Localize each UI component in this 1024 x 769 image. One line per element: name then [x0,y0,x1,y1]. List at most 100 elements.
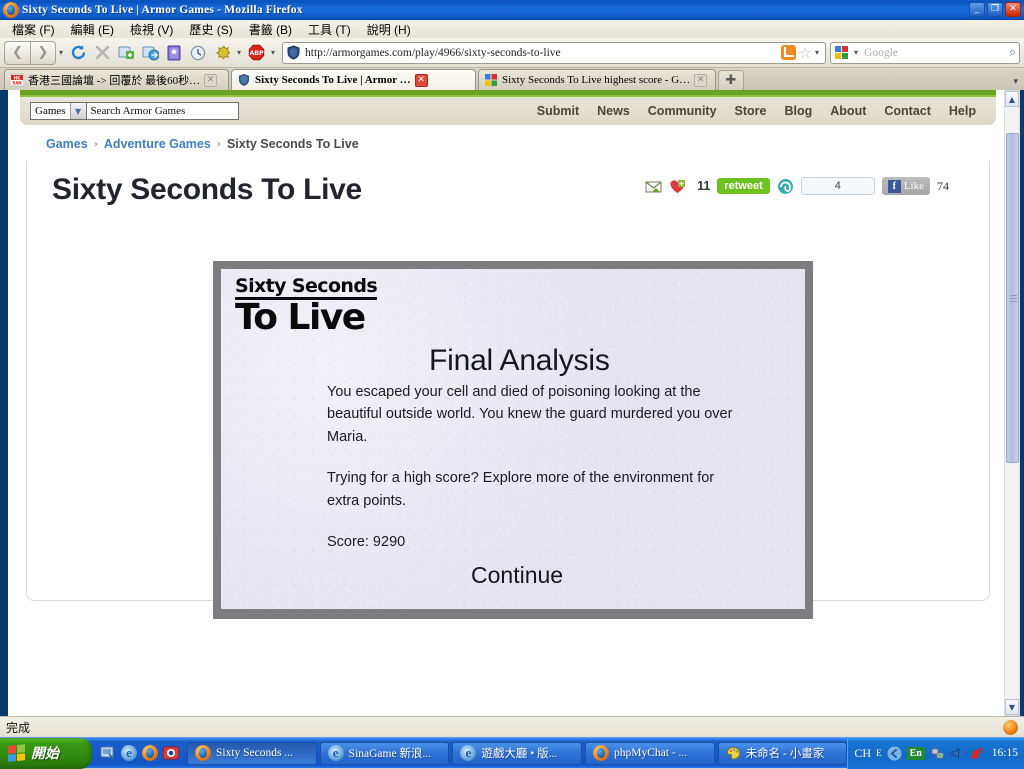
network-icon[interactable] [930,746,945,761]
nav-community[interactable]: Community [648,104,717,118]
window-controls: _ ❐ ✕ [969,2,1021,17]
minimize-button[interactable]: _ [969,2,985,17]
search-category-select[interactable]: Games ▼ [30,102,87,120]
back-button[interactable]: ❮ [4,40,30,65]
taskbar-item-game-lobby[interactable]: 遊戲大廳 • 版... [452,741,583,765]
taskbar-item-label: SinaGame 新浪... [348,748,432,760]
menu-help[interactable]: 說明 (H) [360,20,418,39]
svg-text:ABP: ABP [249,50,264,57]
start-button[interactable]: 開始 [0,737,92,769]
search-engine-caret-icon[interactable]: ▾ [854,48,858,57]
downthemall-icon[interactable] [114,41,138,65]
bookmark-star-icon[interactable]: ☆ [799,44,812,62]
taskbar-item-sinagame[interactable]: SinaGame 新浪... [319,741,450,765]
scrollbar-thumb[interactable] [1006,133,1019,463]
taskbar-item-paint[interactable]: 未命名 - 小畫家 [717,741,848,765]
addons-caret-icon[interactable]: ▾ [237,48,241,57]
dta-turbo-icon[interactable] [138,41,162,65]
close-button[interactable]: ✕ [1005,2,1021,17]
nav-store[interactable]: Store [735,104,767,118]
final-analysis-body: You escaped your cell and died of poison… [327,381,737,554]
search-category-value: Games [35,105,66,117]
tray-language-e[interactable]: E [876,748,882,758]
browser-tab-1[interactable]: HK SAN 香港三國論壇 -> 回覆於 最後60秒… ✕ [4,69,229,90]
nav-blog[interactable]: Blog [784,104,812,118]
tray-language-ch[interactable]: CH [854,746,871,761]
breadcrumb-adventure-games[interactable]: Adventure Games [104,137,211,151]
scroll-down-button[interactable]: ▼ [1005,699,1019,715]
facebook-like-button[interactable]: f Like [881,177,930,195]
retweet-button[interactable]: retweet [717,178,770,194]
site-search-input[interactable]: Search Armor Games [86,102,239,120]
maximize-button[interactable]: ❐ [987,2,1003,17]
breadcrumb-current: Sixty Seconds To Live [226,137,359,151]
site-identity-shield-icon [287,45,300,60]
camera-icon[interactable] [163,745,179,761]
taskbar-item-label: Sixty Seconds ... [216,747,293,759]
tray-input-language-badge[interactable]: En [906,746,925,760]
avira-antivirus-icon[interactable] [970,746,985,761]
reload-button[interactable] [66,41,90,65]
google-favicon-icon [485,74,497,86]
tab-2-close-icon[interactable]: ✕ [414,73,428,87]
vertical-scrollbar[interactable]: ▲ ▼ [1004,90,1020,716]
continue-button[interactable]: Continue [471,562,563,589]
url-dropdown-caret-icon[interactable]: ▾ [815,48,819,57]
tab-3-close-icon[interactable]: ✕ [694,73,708,87]
nav-contact[interactable]: Contact [884,104,931,118]
stumbleupon-count[interactable]: 4 [800,177,875,195]
menu-history[interactable]: 歷史 (S) [182,20,239,39]
stumbleupon-icon[interactable] [777,178,794,195]
tray-back-icon[interactable] [887,746,902,761]
menu-edit[interactable]: 編輯 (E) [64,20,121,39]
stop-button[interactable] [90,41,114,65]
search-bar[interactable]: ▾ Google ⌕ [830,41,1020,64]
menu-file[interactable]: 檔案 (F) [5,20,62,39]
paint-icon [726,746,740,759]
adblock-caret-icon[interactable]: ▾ [271,48,275,57]
nav-news[interactable]: News [597,104,630,118]
breadcrumb-games[interactable]: Games [46,137,88,151]
hksan-favicon-icon: HKSAN [10,73,24,87]
search-magnifier-icon[interactable]: ⌕ [1007,44,1017,60]
menu-tools[interactable]: 工具 (T) [301,20,358,39]
volume-icon[interactable] [950,746,965,761]
forward-button[interactable]: ❯ [30,40,56,65]
email-share-icon[interactable] [645,178,662,195]
tab-1-close-icon[interactable]: ✕ [204,73,218,87]
addons-icon[interactable] [210,41,234,65]
browser-window: Sixty Seconds To Live | Armor Games - Mo… [0,0,1024,737]
tab-list-caret-icon[interactable]: ▾ [1013,77,1018,87]
heart-share-icon[interactable] [669,178,686,195]
scroll-up-button[interactable]: ▲ [1005,91,1019,107]
chevron-down-icon[interactable]: ▼ [69,103,86,119]
status-firefox-icon[interactable] [1003,719,1018,735]
adblock-plus-icon[interactable]: ABP [244,41,268,65]
bookmarks-icon[interactable] [162,41,186,65]
menu-view[interactable]: 檢視 (V) [123,20,180,39]
nav-history-caret-icon[interactable]: ▾ [59,48,63,57]
quick-launch-bar [92,745,187,761]
nav-submit[interactable]: Submit [537,104,579,118]
game-stage[interactable]: Sixty Seconds To Live Final Analysis You… [221,269,805,609]
tray-clock[interactable]: 16:15 [992,747,1018,759]
browser-tab-2[interactable]: Sixty Seconds To Live | Armor … ✕ [231,69,476,90]
rss-feed-icon[interactable] [780,45,796,60]
menu-bookmarks[interactable]: 書籤 (B) [242,20,299,39]
history-clock-icon[interactable] [186,41,210,65]
search-input[interactable]: Google [861,47,1009,59]
browser-tab-3[interactable]: Sixty Seconds To Live highest score - G…… [478,69,716,90]
url-text[interactable]: http://armorgames.com/play/4966/sixty-se… [305,47,780,59]
tab-1-label: 香港三國論壇 -> 回覆於 最後60秒… [28,75,201,87]
nav-help[interactable]: Help [949,104,976,118]
internet-explorer-icon[interactable] [121,745,137,761]
show-desktop-icon[interactable] [100,745,116,761]
firefox-icon[interactable] [142,745,158,761]
taskbar-item-phpmychat[interactable]: phpMyChat - ... [585,741,715,765]
taskbar-item-firefox-sixty-seconds[interactable]: Sixty Seconds ... [187,741,317,765]
url-bar[interactable]: http://armorgames.com/play/4966/sixty-se… [282,41,826,64]
nav-about[interactable]: About [830,104,866,118]
breadcrumb-separator-icon: › [216,138,221,150]
new-tab-button[interactable]: ✚ [718,70,744,90]
navigation-toolbar: ❮ ❯ ▾ ▾ ABP ▾ http://armorgames.com/play… [0,38,1024,68]
